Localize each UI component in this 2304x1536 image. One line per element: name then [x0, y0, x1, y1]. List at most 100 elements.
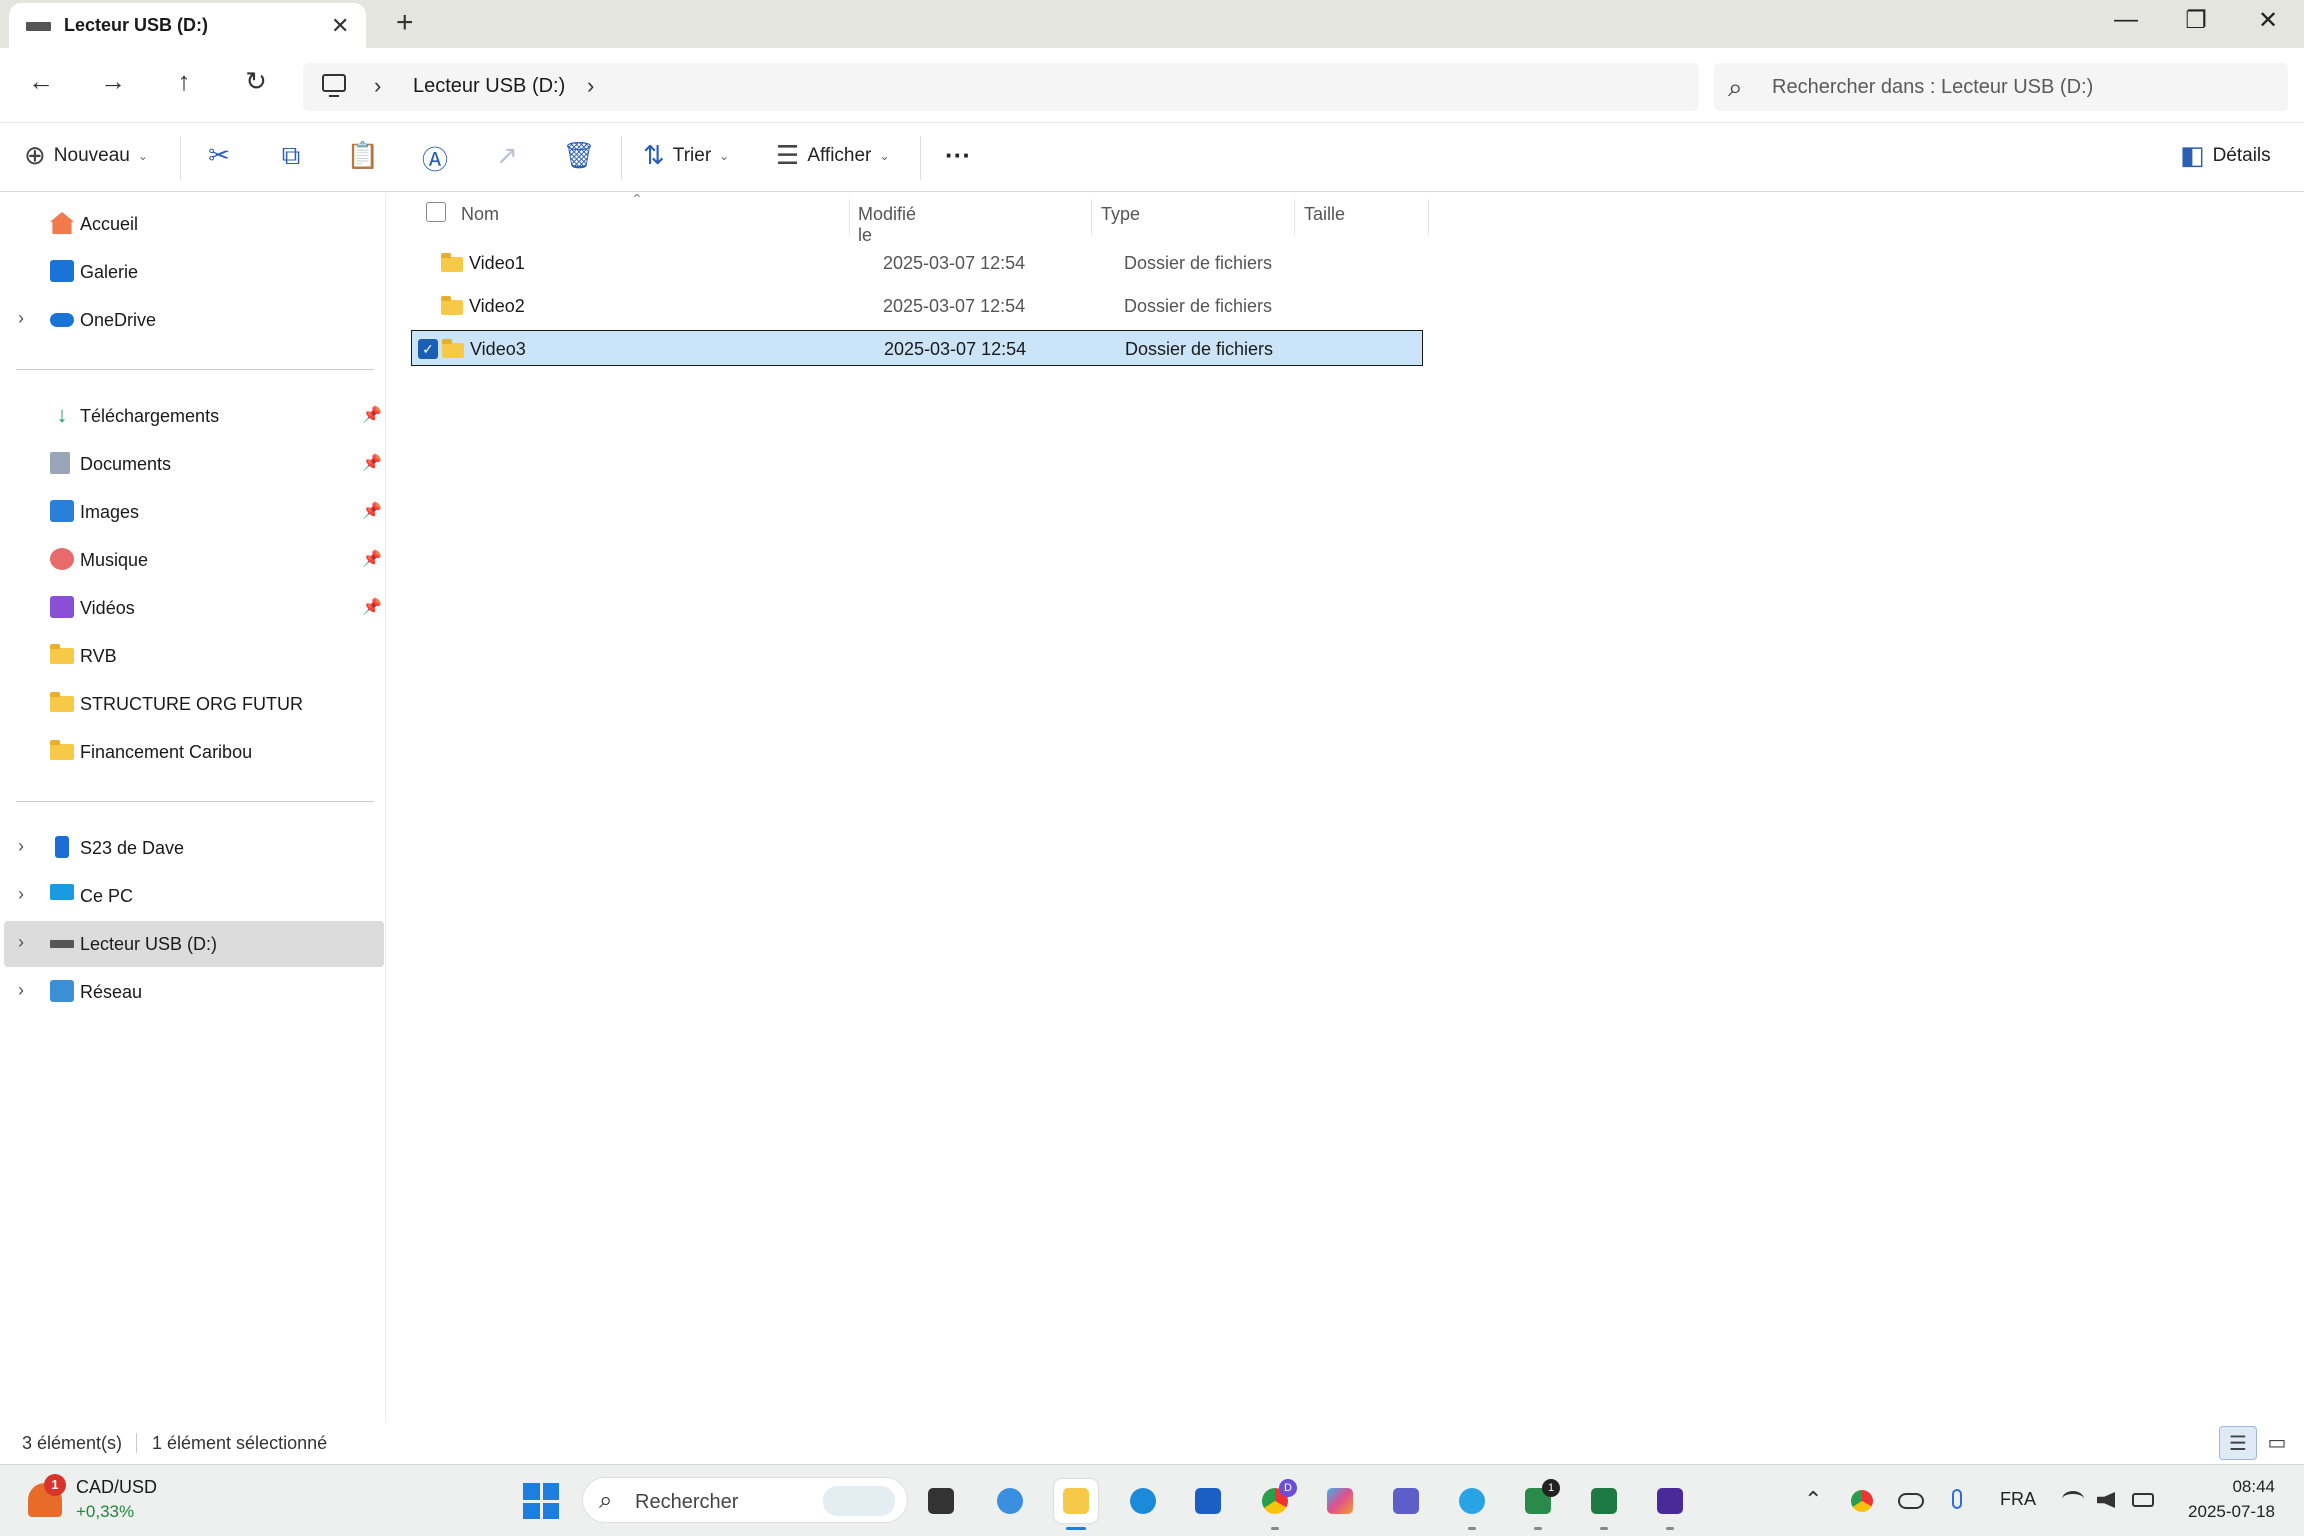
new-tab-button[interactable]: + [396, 6, 414, 40]
sidebar-item-telechargements[interactable]: ↓ Téléchargements 📌 [4, 393, 384, 439]
delete-button[interactable]: 🗑 [561, 140, 597, 171]
taskbar-app-copilot-pre[interactable] [988, 1479, 1032, 1523]
column-resize-handle[interactable] [849, 199, 850, 235]
refresh-button[interactable]: ↻ [236, 66, 276, 97]
taskbar-search[interactable]: ⌕ Rechercher [582, 1477, 908, 1523]
tiles-view-button[interactable]: ▭ [2258, 1426, 2296, 1460]
sidebar-item-financement-caribou[interactable]: Financement Caribou [4, 729, 384, 775]
windows-logo-icon [523, 1502, 540, 1519]
file-type: Dossier de fichiers [1125, 339, 1274, 359]
chrome-tray-icon[interactable] [1851, 1490, 1873, 1512]
tab-lecteur-usb[interactable]: Lecteur USB (D:) ✕ [9, 3, 366, 49]
onedrive-tray-icon[interactable] [1898, 1493, 1924, 1509]
chevron-right-icon[interactable]: › [18, 884, 24, 905]
table-row[interactable]: Video2 2025-03-07 12:54 Dossier de fichi… [411, 288, 1423, 324]
chevron-right-icon[interactable]: › [18, 980, 24, 1001]
file-name: Video2 [469, 296, 525, 316]
search-box[interactable]: ⌕ [1714, 63, 2288, 111]
taskbar-app-store[interactable] [1186, 1479, 1230, 1523]
taskbar-app-chat[interactable]: 1 [1516, 1479, 1560, 1530]
breadcrumb-chevron-icon[interactable]: › [374, 73, 381, 99]
close-window-button[interactable]: ✕ [2248, 6, 2288, 35]
address-bar[interactable]: › Lecteur USB (D:) › [303, 63, 1699, 111]
table-row[interactable]: ✓ Video3 2025-03-07 12:54 Dossier de fic… [411, 330, 1423, 366]
column-header-name[interactable]: Nom [461, 204, 499, 225]
back-button[interactable]: ← [21, 66, 61, 97]
battery-icon[interactable] [2132, 1493, 2154, 1507]
maximize-button[interactable]: ❐ [2176, 6, 2216, 35]
column-header-modified[interactable]: Modifié le [858, 204, 916, 246]
start-button[interactable] [523, 1483, 559, 1519]
taskbar-app-g[interactable] [1648, 1479, 1692, 1530]
taskbar-app-copilot[interactable] [1318, 1479, 1362, 1523]
taskbar-app-file-explorer[interactable] [1054, 1479, 1098, 1530]
breadcrumb-chevron-icon[interactable]: › [587, 73, 594, 99]
column-header-type[interactable]: Type [1101, 204, 1140, 225]
show-hidden-icons-button[interactable]: ⌃ [1804, 1487, 1822, 1513]
close-tab-icon[interactable]: ✕ [331, 13, 349, 39]
details-pane-button[interactable]: ◧ Détails [2180, 140, 2271, 171]
select-all-checkbox[interactable] [426, 202, 446, 222]
chevron-right-icon[interactable]: › [18, 836, 24, 857]
rename-button[interactable]: Ⓐ [417, 140, 453, 177]
sidebar-item-videos[interactable]: Vidéos 📌 [4, 585, 384, 631]
new-label: Nouveau [53, 144, 130, 166]
sidebar-item-rvb[interactable]: RVB [4, 633, 384, 679]
table-row[interactable]: Video1 2025-03-07 12:54 Dossier de fichi… [411, 245, 1423, 281]
pc-icon [50, 884, 74, 900]
divider [180, 136, 181, 180]
minimize-button[interactable]: — [2106, 6, 2146, 34]
breadcrumb-location[interactable]: Lecteur USB (D:) [413, 75, 565, 98]
sidebar-item-label: Ce PC [80, 886, 134, 906]
volume-icon[interactable] [2097, 1492, 2115, 1508]
clock-date[interactable]: 2025-07-18 [2183, 1502, 2275, 1522]
taskbar-app-teams[interactable] [1384, 1479, 1428, 1523]
more-options-button[interactable]: ··· [940, 140, 976, 171]
sidebar-item-accueil[interactable]: Accueil [4, 201, 384, 247]
copy-button[interactable]: ⧉ [273, 140, 309, 172]
sort-button[interactable]: ⇅ Trier ⌄ [643, 140, 729, 171]
paste-button[interactable]: 📋 [345, 140, 381, 171]
chevron-right-icon[interactable]: › [18, 308, 24, 329]
sidebar-item-musique[interactable]: Musique 📌 [4, 537, 384, 583]
sidebar-item-lecteur-usb[interactable]: › Lecteur USB (D:) [4, 921, 384, 967]
ticker-name[interactable]: CAD/USD [76, 1477, 157, 1498]
cut-button[interactable]: ✂ [201, 140, 237, 171]
view-button[interactable]: ☰ Afficher ⌄ [776, 140, 889, 171]
column-resize-handle[interactable] [1294, 199, 1295, 235]
microphone-icon[interactable] [1952, 1489, 1962, 1509]
wifi-icon[interactable] [2062, 1491, 2084, 1507]
forward-button[interactable]: → [93, 66, 133, 97]
details-view-button[interactable]: ☰ [2219, 1426, 2257, 1460]
taskbar-app-paint[interactable] [1450, 1479, 1494, 1530]
sidebar-item-reseau[interactable]: › Réseau [4, 969, 384, 1015]
sidebar-item-label: Financement Caribou [80, 742, 253, 762]
taskbar-app-chrome[interactable]: D [1253, 1479, 1297, 1530]
column-header-size[interactable]: Taille [1304, 204, 1345, 225]
sidebar-item-label: OneDrive [80, 310, 157, 330]
taskbar-app-excel[interactable] [1582, 1479, 1626, 1530]
sidebar-item-galerie[interactable]: Galerie [4, 249, 384, 295]
input-language[interactable]: FRA [2000, 1489, 2036, 1510]
computer-icon[interactable] [322, 74, 346, 97]
share-button[interactable]: ↗ [489, 140, 525, 171]
sidebar-item-s23-de-dave[interactable]: › S23 de Dave [4, 825, 384, 871]
notification-badge: 1 [44, 1474, 66, 1496]
search-input[interactable] [1772, 69, 2272, 105]
sidebar-item-structure-org-futur[interactable]: STRUCTURE ORG FUTUR [4, 681, 384, 727]
chevron-right-icon[interactable]: › [18, 932, 24, 953]
up-button[interactable]: ↑ [164, 66, 204, 97]
taskbar-app-task-view[interactable] [919, 1479, 963, 1523]
sidebar-item-images[interactable]: Images 📌 [4, 489, 384, 535]
taskbar-app-edge[interactable] [1121, 1479, 1165, 1523]
row-checkbox[interactable]: ✓ [418, 339, 438, 359]
chevron-down-icon: ⌄ [719, 148, 730, 163]
new-button[interactable]: ⊕ Nouveau ⌄ [24, 140, 148, 171]
column-resize-handle[interactable] [1091, 199, 1092, 235]
sidebar-item-documents[interactable]: Documents 📌 [4, 441, 384, 487]
column-resize-handle[interactable] [1428, 199, 1429, 235]
ticker-value[interactable]: +0,33% [76, 1502, 134, 1522]
clock-time[interactable]: 08:44 [2183, 1477, 2275, 1497]
sidebar-item-ce-pc[interactable]: › Ce PC [4, 873, 384, 919]
sidebar-item-onedrive[interactable]: › OneDrive [4, 297, 384, 343]
